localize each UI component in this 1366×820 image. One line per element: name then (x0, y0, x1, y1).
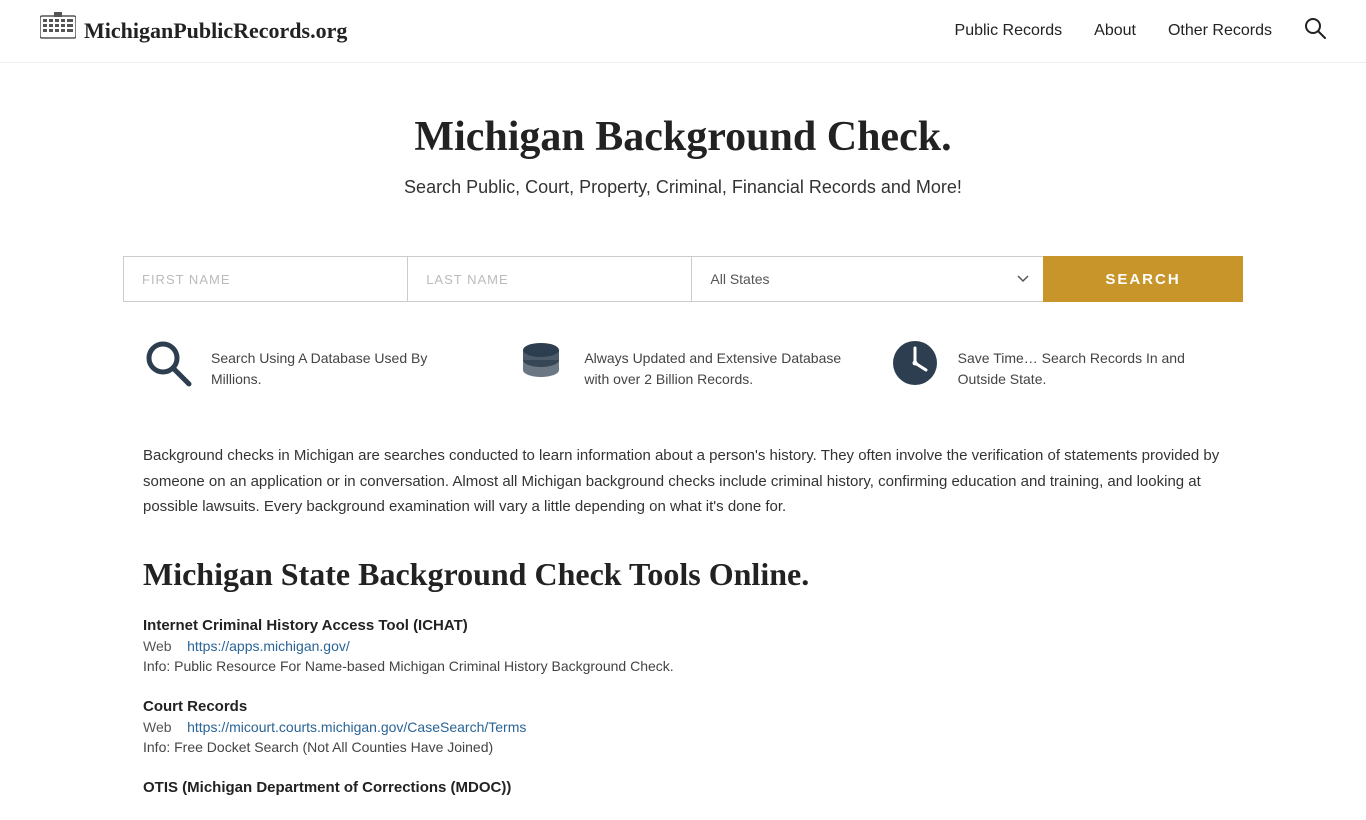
tool-ichat-name: Internet Criminal History Access Tool (I… (143, 617, 1223, 634)
tool-ichat-web: Web https://apps.michigan.gov/ (143, 638, 1223, 654)
hero-section: Michigan Background Check. Search Public… (0, 63, 1366, 228)
search-bar: All StatesAlabamaAlaskaArizonaArkansasCa… (123, 256, 1243, 302)
search-button[interactable]: SEARCH (1043, 256, 1243, 302)
logo-icon (40, 12, 76, 50)
features-section: Search Using A Database Used By Millions… (123, 338, 1243, 419)
nav-other-records[interactable]: Other Records (1168, 22, 1272, 40)
feature-clock: Save Time… Search Records In and Outside… (870, 338, 1243, 399)
feature-search: Search Using A Database Used By Millions… (123, 338, 496, 399)
tool-otis-name: OTIS (Michigan Department of Corrections… (143, 779, 1223, 796)
search-magnify-icon (143, 338, 193, 399)
hero-subtitle: Search Public, Court, Property, Criminal… (40, 177, 1326, 198)
feature-database: Always Updated and Extensive Database wi… (496, 338, 869, 399)
tool-court-link[interactable]: https://micourt.courts.michigan.gov/Case… (187, 719, 526, 735)
tool-otis: OTIS (Michigan Department of Corrections… (143, 779, 1223, 796)
main-content: Background checks in Michigan are search… (123, 443, 1243, 796)
state-select[interactable]: All StatesAlabamaAlaskaArizonaArkansasCa… (692, 256, 1043, 302)
tool-ichat: Internet Criminal History Access Tool (I… (143, 617, 1223, 674)
database-icon (516, 338, 566, 399)
logo-text: MichiganPublicRecords.org (84, 18, 347, 44)
clock-icon (890, 338, 940, 399)
tool-ichat-link[interactable]: https://apps.michigan.gov/ (187, 638, 350, 654)
nav-search-icon[interactable] (1304, 17, 1326, 45)
first-name-input[interactable] (123, 256, 407, 302)
tool-court-records: Court Records Web https://micourt.courts… (143, 698, 1223, 755)
tool-ichat-info: Info: Public Resource For Name-based Mic… (143, 658, 1223, 674)
navbar: MichiganPublicRecords.org Public Records… (0, 0, 1366, 63)
tool-court-info: Info: Free Docket Search (Not All Counti… (143, 739, 1223, 755)
nav-public-records[interactable]: Public Records (955, 22, 1063, 40)
feature-database-text: Always Updated and Extensive Database wi… (584, 348, 849, 390)
feature-search-text: Search Using A Database Used By Millions… (211, 348, 476, 390)
last-name-input[interactable] (407, 256, 692, 302)
nav-links: Public Records About Other Records (955, 17, 1326, 45)
site-logo[interactable]: MichiganPublicRecords.org (40, 12, 347, 50)
page-title: Michigan Background Check. (40, 113, 1326, 161)
tool-court-web: Web https://micourt.courts.michigan.gov/… (143, 719, 1223, 735)
nav-about[interactable]: About (1094, 22, 1136, 40)
intro-paragraph: Background checks in Michigan are search… (143, 443, 1223, 520)
tool-court-name: Court Records (143, 698, 1223, 715)
feature-clock-text: Save Time… Search Records In and Outside… (958, 348, 1223, 390)
section-title: Michigan State Background Check Tools On… (143, 556, 1223, 593)
